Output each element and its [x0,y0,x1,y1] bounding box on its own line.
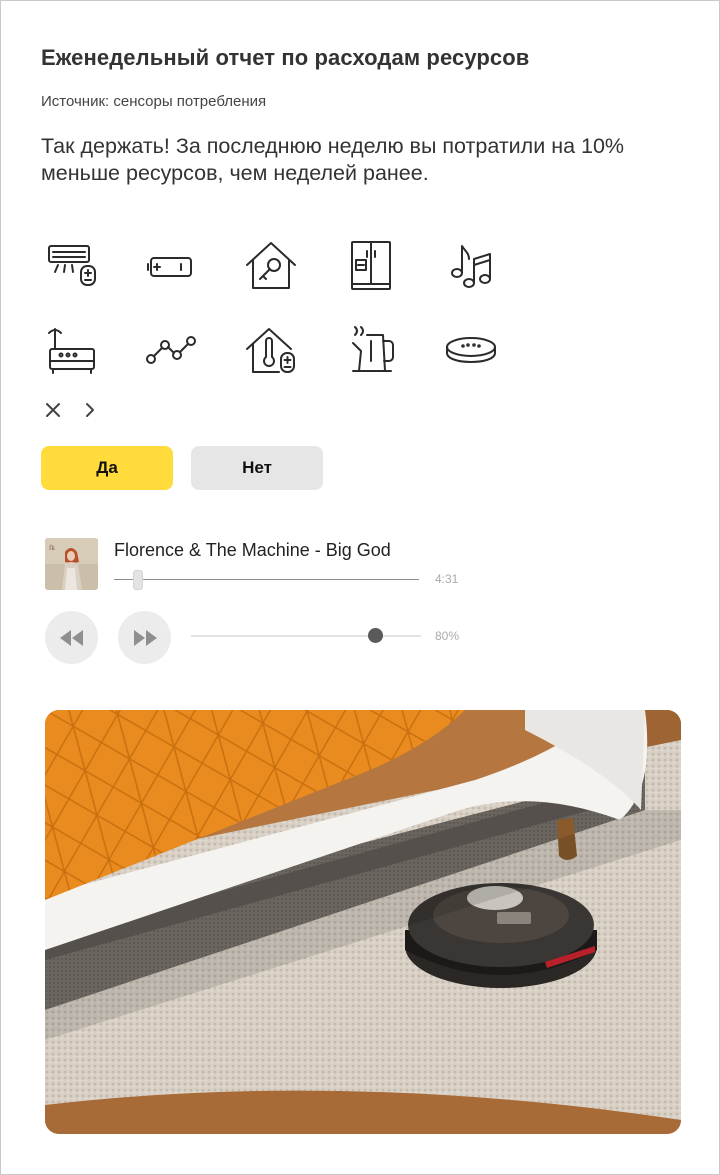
report-message: Так держать! За последнюю неделю вы потр… [41,134,625,185]
air-conditioner-icon[interactable] [45,237,101,293]
report-source: Источник: сенсоры потребления [41,93,267,110]
no-button[interactable]: Нет [191,446,323,490]
rewind-button[interactable] [45,611,98,664]
smart-speaker-icon[interactable] [443,321,499,377]
track-progress-handle[interactable] [133,570,144,590]
album-cover: fk [45,538,98,590]
music-icon[interactable] [443,237,499,293]
fast-forward-button[interactable] [118,611,171,664]
rewind-icon [59,629,83,646]
volume-slider[interactable] [191,635,421,637]
home-thermostat-icon[interactable] [243,321,299,377]
robot-vacuum-photo [45,710,681,1134]
smart-home-key-icon[interactable] [243,237,299,293]
track-duration: 4:31 [435,572,459,586]
fast-forward-icon [133,629,157,646]
report-card: Еженедельный отчет по расходам ресурсов … [0,0,720,1175]
volume-value: 80% [435,629,460,643]
track-title: Florence & The Machine - Big God [114,540,391,560]
yes-button[interactable]: Да [41,446,173,490]
battery-icon[interactable] [143,237,199,293]
track-progress-bar[interactable] [114,579,419,580]
volume-handle[interactable] [367,628,383,643]
kettle-icon[interactable] [343,321,399,377]
chevron-right-icon[interactable] [80,400,100,420]
router-icon[interactable] [45,321,101,377]
volume-fill [191,635,375,637]
close-icon[interactable] [43,400,63,420]
svg-text:fk: fk [49,544,55,552]
fridge-icon[interactable] [343,237,399,293]
sensor-chain-icon[interactable] [143,321,199,377]
report-title: Еженедельный отчет по расходам ресурсов [41,45,530,70]
